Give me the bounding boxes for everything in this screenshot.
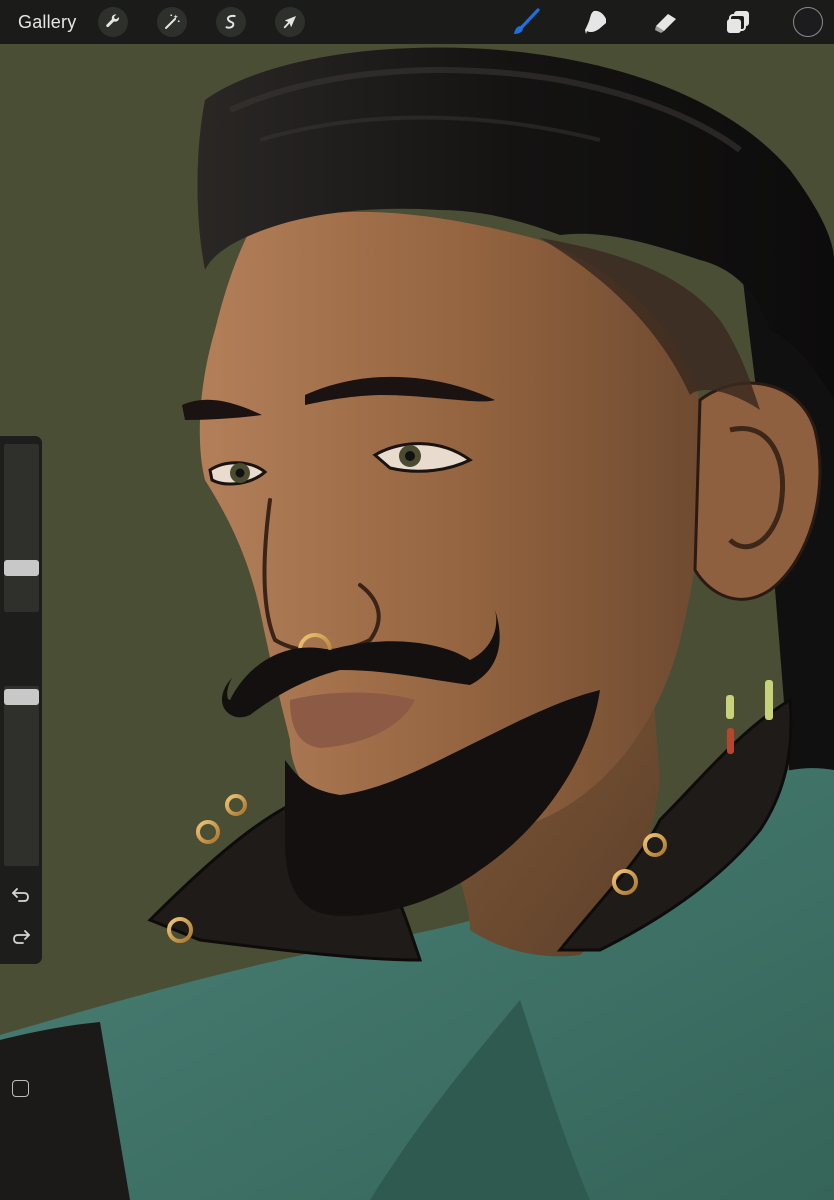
opacity-slider-track[interactable] (4, 686, 39, 866)
artwork-canvas[interactable] (0, 0, 834, 1200)
gallery-button[interactable]: Gallery (18, 11, 76, 33)
brush-tool-button[interactable] (510, 6, 542, 38)
layers-button[interactable] (722, 6, 754, 38)
top-toolbar: Gallery (0, 0, 834, 44)
redo-button[interactable] (8, 926, 34, 948)
magic-wand-icon (165, 14, 180, 29)
actions-button[interactable] (98, 7, 128, 37)
earring-bead (765, 680, 773, 720)
undo-arrow-icon (12, 888, 29, 902)
face (199, 211, 704, 843)
transform-button[interactable] (275, 7, 305, 37)
brush-icon (514, 8, 540, 34)
redo-arrow-icon (13, 930, 30, 944)
modify-button[interactable] (12, 1080, 29, 1097)
wrench-icon (106, 14, 120, 28)
collar-ring (196, 820, 220, 844)
smudge-finger-icon (585, 10, 606, 34)
earring-bead (727, 728, 734, 754)
selection-button[interactable] (216, 7, 246, 37)
layers-icon (727, 11, 749, 33)
portrait-figure (0, 47, 834, 1200)
brush-size-slider-track[interactable] (4, 444, 39, 612)
eraser-icon (655, 14, 676, 33)
color-picker-button[interactable] (793, 7, 823, 37)
brush-size-slider-thumb[interactable] (4, 559, 39, 576)
left-sidebar (0, 436, 42, 1097)
undo-button[interactable] (8, 884, 34, 906)
selection-s-icon (225, 14, 236, 29)
eraser-tool-button[interactable] (650, 6, 682, 38)
arrow-cursor-icon (283, 16, 296, 29)
opacity-slider-thumb[interactable] (4, 689, 39, 706)
adjustments-button[interactable] (157, 7, 187, 37)
smudge-tool-button[interactable] (580, 6, 612, 38)
collar-ring (225, 794, 247, 816)
earring-bead (726, 695, 734, 719)
